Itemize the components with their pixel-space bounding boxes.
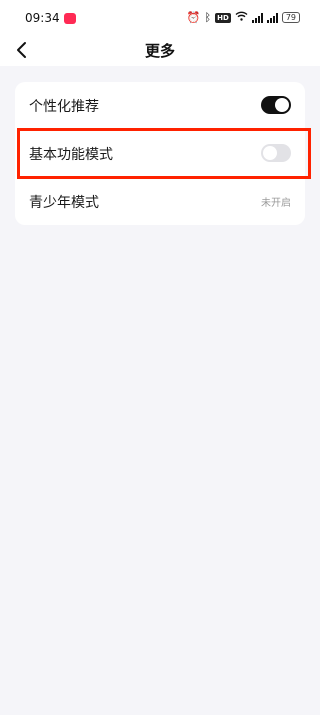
settings-card: 个性化推荐 基本功能模式 青少年模式 未开启 xyxy=(15,82,305,225)
nav-bar: 更多 xyxy=(0,36,320,66)
setting-row-personalized-recommendation[interactable]: 个性化推荐 xyxy=(15,82,305,130)
personalized-recommendation-toggle[interactable] xyxy=(261,96,291,114)
app-notification-icon xyxy=(64,13,76,24)
setting-label: 个性化推荐 xyxy=(29,99,99,115)
hd-icon: HD xyxy=(215,12,231,23)
status-time: 09:34 xyxy=(25,11,60,25)
setting-label: 基本功能模式 xyxy=(29,147,113,163)
battery-icon: 79 xyxy=(281,12,300,23)
status-bar: 09:34 ⏰ ᛒ HD 79 xyxy=(0,0,320,36)
toggle-knob xyxy=(263,146,277,160)
setting-label: 青少年模式 xyxy=(29,195,99,211)
teen-mode-status: 未开启 xyxy=(261,198,291,209)
page-title: 更多 xyxy=(144,42,175,60)
basic-function-mode-toggle[interactable] xyxy=(261,144,291,162)
toggle-knob xyxy=(275,98,289,112)
status-icons: ⏰ ᛒ HD 79 xyxy=(187,11,300,24)
setting-row-teen-mode[interactable]: 青少年模式 未开启 xyxy=(15,178,305,226)
alarm-icon: ⏰ xyxy=(186,10,201,24)
signal-icon xyxy=(251,12,263,23)
bluetooth-icon: ᛒ xyxy=(204,10,212,24)
wifi-icon xyxy=(235,11,248,24)
setting-row-basic-function-mode[interactable]: 基本功能模式 xyxy=(15,130,305,178)
signal-icon xyxy=(266,12,278,23)
